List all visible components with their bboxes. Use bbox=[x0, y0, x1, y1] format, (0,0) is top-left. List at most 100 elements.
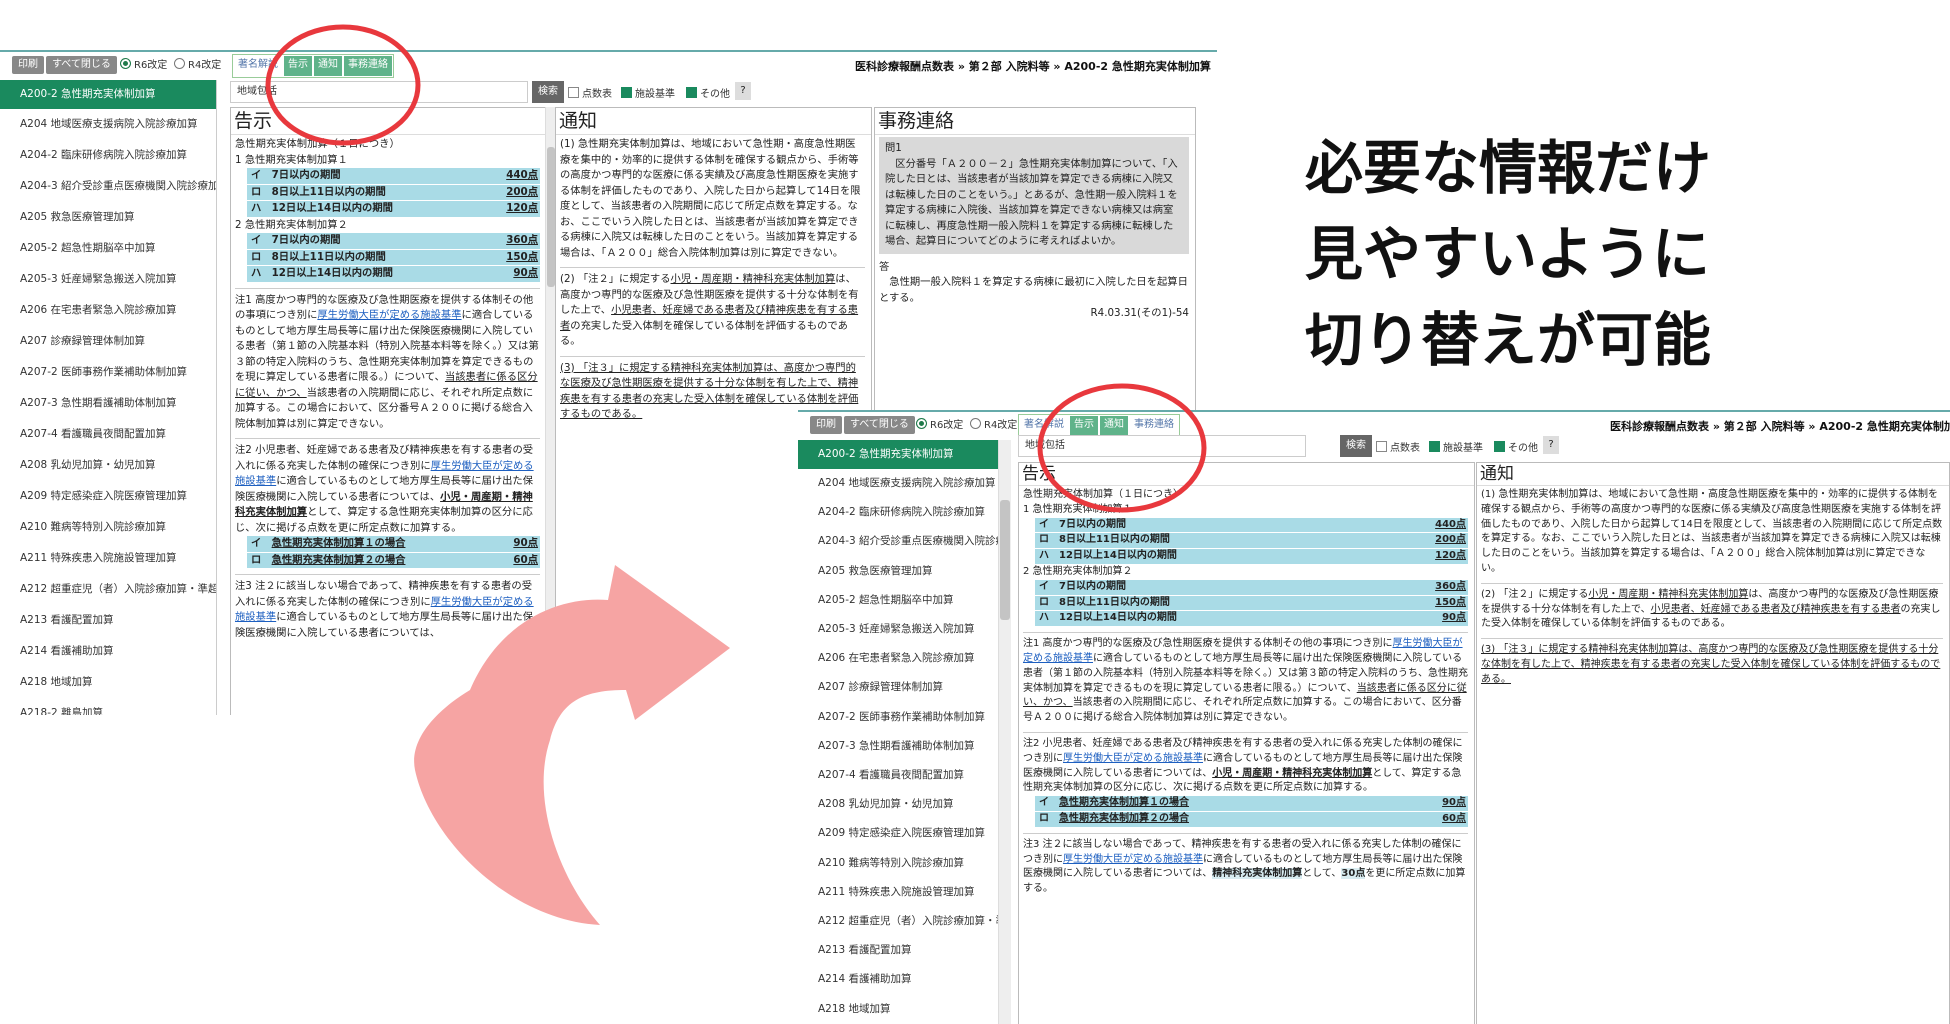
fee-row: イ 7日以内の期間 360点 bbox=[1035, 579, 1468, 595]
radio-r4[interactable]: R4改定 bbox=[174, 58, 221, 73]
note-2: 注2 小児患者、妊産婦である患者及び精神疾患を有する患者の受入れに係る充実した体… bbox=[235, 444, 534, 534]
facility-standard-link[interactable]: 厚生労働大臣が定める施設基準 bbox=[1063, 854, 1203, 865]
sidebar-item[interactable]: A212 超重症児（者）入院診療加算・準超重症児（者）入院診療加算 bbox=[798, 907, 998, 936]
search-input[interactable]: 地域包括 bbox=[1018, 435, 1306, 457]
scrollbar-thumb[interactable] bbox=[547, 147, 555, 287]
sidebar-item[interactable]: A208 乳幼児加算・幼児加算 bbox=[798, 790, 998, 819]
sidebar-item[interactable]: A207-4 看護職員夜間配置加算 bbox=[0, 419, 216, 450]
print-button[interactable]: 印刷 bbox=[12, 56, 44, 74]
sidebar-item[interactable]: A213 看護配置加算 bbox=[798, 936, 998, 965]
sidebar-item[interactable]: A210 難病等特別入院診療加算 bbox=[798, 849, 998, 878]
tab-jimu[interactable]: 事務連絡 bbox=[344, 56, 392, 76]
scrollbar[interactable] bbox=[998, 440, 1011, 1024]
divider bbox=[1481, 582, 1943, 584]
search-button[interactable]: 検索 bbox=[1340, 435, 1372, 457]
sidebar-item[interactable]: A218-2 離島加算 bbox=[0, 698, 216, 715]
sidebar-item[interactable]: A204-2 臨床研修病院入院診療加算 bbox=[0, 140, 216, 171]
sidebar-item[interactable]: A205-3 妊産婦緊急搬送入院加算 bbox=[798, 615, 998, 644]
sidebar-item[interactable]: A208 乳幼児加算・幼児加算 bbox=[0, 450, 216, 481]
kokuji-body: 急性期充実体制加算（１日につき） 1 急性期充実体制加算１ イ 7日以内の期間 4… bbox=[231, 135, 546, 643]
note-2: 注2 小児患者、妊産婦である患者及び精神疾患を有する患者の受入れに係る充実した体… bbox=[1023, 737, 1463, 794]
search-button[interactable]: 検索 bbox=[532, 81, 564, 103]
close-all-button[interactable]: すべて閉じる bbox=[46, 56, 117, 74]
sidebar-item[interactable]: A207-3 急性期看護補助体制加算 bbox=[798, 732, 998, 761]
sidebar-item[interactable]: A213 看護配置加算 bbox=[0, 605, 216, 636]
help-button[interactable]: ? bbox=[735, 82, 751, 100]
sidebar-item[interactable]: A209 特定感染症入院医療管理加算 bbox=[0, 481, 216, 512]
sidebar-item[interactable]: A207-2 医師事務作業補助体制加算 bbox=[0, 357, 216, 388]
sidebar-item[interactable]: A204 地域医療支援病院入院診療加算 bbox=[798, 469, 998, 498]
radio-unselected-icon bbox=[174, 58, 185, 69]
kokuji-group-2: 2 急性期充実体制加算２ bbox=[235, 218, 348, 231]
checkbox-facility[interactable]: 施設基準 bbox=[621, 85, 675, 100]
fee-row: ハ 12日以上14日以内の期間 90点 bbox=[1035, 611, 1468, 627]
sidebar-item[interactable]: A210 難病等特別入院診療加算 bbox=[0, 512, 216, 543]
checkbox-points[interactable]: 点数表 bbox=[1376, 439, 1420, 454]
scrollbar-thumb[interactable] bbox=[1000, 500, 1010, 620]
sidebar-item[interactable]: A204-3 紹介受診重点医療機関入院診療加算 bbox=[798, 527, 998, 556]
checkbox-unchecked-icon bbox=[568, 87, 579, 98]
sidebar-item[interactable]: A211 特殊疾患入院施設管理加算 bbox=[0, 543, 216, 574]
tab-tsuchi[interactable]: 通知 bbox=[314, 56, 342, 76]
facility-standard-link[interactable]: 厚生労働大臣が定める施設基準 bbox=[1063, 753, 1203, 764]
question-box: 問1 区分番号「Ａ２００－２」急性期充実体制加算について、「入院した日とは、当該… bbox=[879, 137, 1189, 254]
note-3: 注3 注２に該当しない場合であって、精神疾患を有する患者の受入れに係る充実した体… bbox=[235, 580, 534, 639]
sidebar-item[interactable]: A211 特殊疾患入院施設管理加算 bbox=[798, 878, 998, 907]
sidebar-item[interactable]: A204-2 臨床研修病院入院診療加算 bbox=[798, 498, 998, 527]
sidebar-item[interactable]: A209 特定感染症入院医療管理加算 bbox=[798, 819, 998, 848]
fee-row: ロ 8日以上11日以内の期間 200点 bbox=[1035, 533, 1468, 549]
tab-kokuji[interactable]: 告示 bbox=[1070, 416, 1098, 436]
tab-jimu[interactable]: 事務連絡 bbox=[1130, 416, 1178, 436]
pane-tabs: 著名解説 告示 通知 事務連絡 bbox=[232, 54, 394, 78]
sidebar-item[interactable]: A205-3 妊産婦緊急搬送入院加算 bbox=[0, 264, 216, 295]
sidebar-item[interactable]: A214 看護補助加算 bbox=[798, 965, 998, 994]
sidebar-item[interactable]: A206 在宅患者緊急入院診療加算 bbox=[798, 644, 998, 673]
sidebar-item[interactable]: A204-3 紹介受診重点医療機関入院診療加算 bbox=[0, 171, 216, 202]
radio-r6[interactable]: R6改定 bbox=[916, 418, 963, 433]
facility-standard-link[interactable]: 厚生労働大臣が定める施設基準 bbox=[317, 309, 461, 321]
sidebar-item[interactable]: A214 看護補助加算 bbox=[0, 636, 216, 667]
sidebar-item[interactable]: A207-4 看護職員夜間配置加算 bbox=[798, 761, 998, 790]
sidebar-item[interactable]: A206 在宅患者緊急入院診療加算 bbox=[0, 295, 216, 326]
tab-chomei[interactable]: 著名解説 bbox=[1020, 416, 1068, 436]
print-button[interactable]: 印刷 bbox=[810, 416, 842, 434]
tab-tsuchi[interactable]: 通知 bbox=[1100, 416, 1128, 436]
sidebar-item[interactable]: A205 救急医療管理加算 bbox=[0, 202, 216, 233]
radio-r6[interactable]: R6改定 bbox=[120, 58, 167, 73]
tab-chomei[interactable]: 著名解説 bbox=[234, 56, 282, 76]
sidebar-item[interactable]: A204 地域医療支援病院入院診療加算 bbox=[0, 109, 216, 140]
fee-row: ハ 12日以上14日以内の期間 120点 bbox=[1035, 549, 1468, 564]
help-button[interactable]: ? bbox=[1543, 436, 1559, 454]
radio-r4[interactable]: R4改定 bbox=[970, 418, 1017, 433]
search-input[interactable]: 地域包括 bbox=[230, 81, 528, 103]
tsuchi-para-1: (1) 急性期充実体制加算は、地域において急性期・高度急性期医療を集中的・効率的… bbox=[1481, 489, 1943, 574]
kokuji-group-1: 1 急性期充実体制加算１ bbox=[1023, 503, 1133, 515]
sidebar-item[interactable]: A200-2 急性期充実体制加算 bbox=[798, 440, 998, 469]
checkbox-facility[interactable]: 施設基準 bbox=[1429, 439, 1483, 454]
sidebar-item[interactable]: A207 診療録管理体制加算 bbox=[798, 673, 998, 702]
divider bbox=[235, 438, 540, 439]
sidebar: A200-2 急性期充実体制加算 A204 地域医療支援病院入院診療加算 A20… bbox=[798, 440, 999, 1024]
fee-row: イ 7日以内の期間 440点 bbox=[247, 168, 540, 184]
fee-row: イ 7日以内の期間 360点 bbox=[247, 233, 540, 249]
tsuchi-para-2: (2) 「注２」に規定する小児・周産期・精神科充実体制加算は、高度かつ専門的な医… bbox=[1481, 588, 1941, 630]
sidebar-item[interactable]: A207-3 急性期看護補助体制加算 bbox=[0, 388, 216, 419]
divider bbox=[560, 355, 865, 357]
checkbox-other[interactable]: その他 bbox=[686, 85, 730, 100]
sidebar-item[interactable]: A205-2 超急性期脳卒中加算 bbox=[0, 233, 216, 264]
close-all-button[interactable]: すべて閉じる bbox=[844, 416, 915, 434]
sidebar-item[interactable]: A205-2 超急性期脳卒中加算 bbox=[798, 586, 998, 615]
tab-kokuji[interactable]: 告示 bbox=[284, 56, 312, 76]
kokuji-body: 急性期充実体制加算（１日につき） 1 急性期充実体制加算１ イ 7日以内の期間 4… bbox=[1019, 486, 1474, 899]
sidebar-item[interactable]: A212 超重症児（者）入院診療加算・準超重症児（者）入院診療加算 bbox=[0, 574, 216, 605]
checkbox-points[interactable]: 点数表 bbox=[568, 85, 612, 100]
sidebar-item[interactable]: A218 地域加算 bbox=[798, 995, 998, 1024]
sidebar-item[interactable]: A207 診療録管理体制加算 bbox=[0, 326, 216, 357]
sidebar-item[interactable]: A218 地域加算 bbox=[0, 667, 216, 698]
sidebar-item[interactable]: A200-2 急性期充実体制加算 bbox=[0, 80, 216, 109]
tsuchi-para-3: (3) 「注３」に規定する精神科充実体制加算は、高度かつ専門的な医療及び急性期医… bbox=[1481, 644, 1941, 685]
checkbox-other[interactable]: その他 bbox=[1494, 439, 1538, 454]
sidebar-item[interactable]: A205 救急医療管理加算 bbox=[798, 557, 998, 586]
fee-row: ロ 8日以上11日以内の期間 150点 bbox=[247, 249, 540, 265]
sidebar-item[interactable]: A207-2 医師事務作業補助体制加算 bbox=[798, 703, 998, 732]
